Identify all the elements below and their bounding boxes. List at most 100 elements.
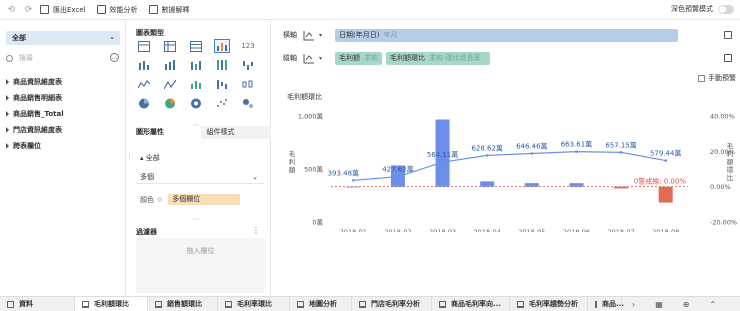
- tab-component-style[interactable]: 組件樣式: [200, 126, 271, 139]
- export-excel-button[interactable]: 匯出Excel: [40, 5, 86, 15]
- cross-table-icon[interactable]: [162, 39, 178, 53]
- attr-all-item[interactable]: ▴ 全部: [140, 153, 160, 163]
- explain-icon: [148, 5, 158, 14]
- y-field-pill-1[interactable]: 毛利額 求和: [335, 51, 382, 65]
- analysis-icon: [96, 5, 106, 14]
- more-vertical-icon[interactable]: ⋮: [252, 226, 260, 235]
- data-panel: 全部 ⌄ 搜尋 … 商品資訊維度表 商品銷售明細表 商品銷售_Total 門店資…: [0, 21, 126, 296]
- gauge-chart-icon[interactable]: [188, 96, 204, 110]
- tree-item[interactable]: 門店資訊維度表: [6, 122, 64, 138]
- tab-margin-trend[interactable]: 毛利率趨勢分析: [510, 296, 588, 311]
- axis-setting-icon[interactable]: [301, 28, 317, 42]
- tab-data[interactable]: 資料: [0, 296, 75, 311]
- y2-axis-title: 毛: [727, 141, 734, 150]
- lock-icon[interactable]: [724, 31, 732, 39]
- y-tick-label: 500萬: [304, 165, 323, 174]
- chevron-right-icon[interactable]: ›: [622, 300, 645, 309]
- table-icon[interactable]: [136, 39, 152, 53]
- lock-icon[interactable]: [724, 54, 732, 62]
- tree-item[interactable]: 商品資訊維度表: [6, 74, 64, 90]
- grouped-bar-icon[interactable]: [136, 58, 152, 72]
- chart-icon: [225, 300, 232, 308]
- grid-view-icon[interactable]: ▦: [645, 300, 673, 309]
- chevron-up-icon[interactable]: ⌃: [699, 300, 726, 309]
- axis-setting-icon[interactable]: [301, 51, 317, 65]
- x-tick-label: 2018-05: [518, 228, 545, 232]
- data-explain-button[interactable]: 數據解釋: [148, 5, 190, 15]
- manual-warning-checkbox[interactable]: 手動預警: [698, 73, 736, 83]
- undo-icon[interactable]: ⟲: [6, 4, 17, 15]
- bubble-chart-icon[interactable]: [240, 96, 256, 110]
- dark-mode-switch[interactable]: 深色預覽模式: [671, 4, 734, 14]
- tree-item[interactable]: 商品銷售_Total: [6, 106, 64, 122]
- data-label: 564.11萬: [427, 150, 459, 159]
- field-search-input[interactable]: 搜尋: [6, 52, 106, 64]
- toggle-icon[interactable]: [718, 4, 734, 14]
- effect-analysis-button[interactable]: 效能分析: [96, 5, 138, 15]
- dataset-select[interactable]: 全部 ⌄: [6, 31, 120, 45]
- y2-tick-label: 0.00%: [710, 183, 731, 191]
- line-point: [396, 175, 400, 178]
- pie-chart-icon[interactable]: [136, 96, 152, 110]
- x-tick-label: 2018-03: [429, 228, 456, 232]
- kpi-number-icon[interactable]: 123: [240, 39, 256, 53]
- chart-icon: [82, 300, 89, 308]
- axis-dropdown-icon[interactable]: ▾: [319, 55, 335, 62]
- tab-store-margin[interactable]: 門店毛利率分析: [352, 296, 432, 311]
- bar: [569, 183, 584, 187]
- bar: [524, 183, 539, 187]
- filter-title: 過濾器: [136, 228, 157, 236]
- attr-tabs: 圖形屬性 組件樣式: [130, 126, 271, 139]
- y-axis-title: 額: [289, 165, 296, 174]
- tab-map-analysis[interactable]: 地圖分析: [290, 296, 352, 311]
- stacked-bar-icon[interactable]: [188, 58, 204, 72]
- scatter-chart-icon[interactable]: [214, 96, 230, 110]
- x-axis-label: 橫軸: [283, 31, 297, 39]
- bar-chart-icon[interactable]: [162, 58, 178, 72]
- axis-dropdown-icon[interactable]: ▾: [319, 32, 335, 39]
- boxplot-icon[interactable]: [240, 77, 256, 91]
- waterfall-chart-icon[interactable]: [214, 77, 230, 91]
- tree-item[interactable]: 商品銷售明細表: [6, 90, 64, 106]
- detail-table-icon[interactable]: [188, 39, 204, 53]
- tree-item[interactable]: 跨表欄位: [6, 138, 64, 154]
- axis-type-select[interactable]: 多個 ⌄: [136, 170, 264, 184]
- percent-bar-icon[interactable]: [214, 58, 230, 72]
- tab-margin-mom[interactable]: 毛利率環比: [218, 296, 290, 311]
- palette-icon[interactable]: ◎: [157, 196, 162, 203]
- y-field-pill-2[interactable]: 毛利額環比 求和-環比增長率: [386, 51, 490, 65]
- bidirectional-bar-icon[interactable]: [240, 58, 256, 72]
- chart-icon: [155, 300, 162, 308]
- line-chart-icon[interactable]: [162, 77, 178, 91]
- tab-gross-profit-mom[interactable]: 毛利額環比: [75, 296, 148, 311]
- checkbox-icon[interactable]: [698, 74, 705, 82]
- chevron-down-icon: ⌄: [109, 33, 115, 41]
- warning-label: 0警戒線: 0.00%: [634, 177, 687, 186]
- table-icon: [7, 300, 14, 308]
- area-chart-icon[interactable]: [136, 77, 152, 91]
- line-point: [441, 160, 444, 164]
- x-tick-label: 2018-01: [340, 228, 367, 232]
- chart-icon: [517, 300, 524, 308]
- color-field-pill[interactable]: 多個欄位: [168, 194, 241, 205]
- tab-product-margin[interactable]: 商品毛利率向...: [432, 296, 510, 311]
- rose-chart-icon[interactable]: [162, 96, 178, 110]
- range-chart-icon[interactable]: [188, 77, 204, 91]
- tab-sales-mom[interactable]: 銷售額環比: [148, 296, 218, 311]
- x-axis-row: 橫軸 ▾ 日期(年月日) 年月: [283, 27, 682, 43]
- more-options-icon[interactable]: …: [110, 53, 119, 62]
- tab-product[interactable]: 商品...: [588, 296, 624, 311]
- add-sheet-icon[interactable]: ⊕: [673, 300, 700, 309]
- combo-chart-icon[interactable]: [214, 39, 230, 53]
- top-toolbar: ⟲ ⟳ 匯出Excel 效能分析 數據解釋 深色預覽模式: [0, 0, 740, 20]
- y2-axis-title: 比: [727, 173, 734, 182]
- data-label: 663.61萬: [561, 140, 593, 149]
- x-tick-label: 2018-02: [384, 228, 411, 232]
- x-field-pill[interactable]: 日期(年月日) 年月: [335, 28, 678, 42]
- caret-right-icon: [6, 143, 9, 149]
- filter-dropzone[interactable]: 拖入欄位: [136, 238, 265, 293]
- redo-icon[interactable]: ⟳: [23, 4, 34, 15]
- tab-graph-attr[interactable]: 圖形屬性: [130, 126, 201, 139]
- sheet-tab-bar: 資料 毛利額環比 銷售額環比 毛利率環比 地圖分析 門店毛利率分析 商品毛利率向…: [0, 296, 740, 311]
- drag-handle-icon[interactable]: ⋯: [193, 215, 200, 223]
